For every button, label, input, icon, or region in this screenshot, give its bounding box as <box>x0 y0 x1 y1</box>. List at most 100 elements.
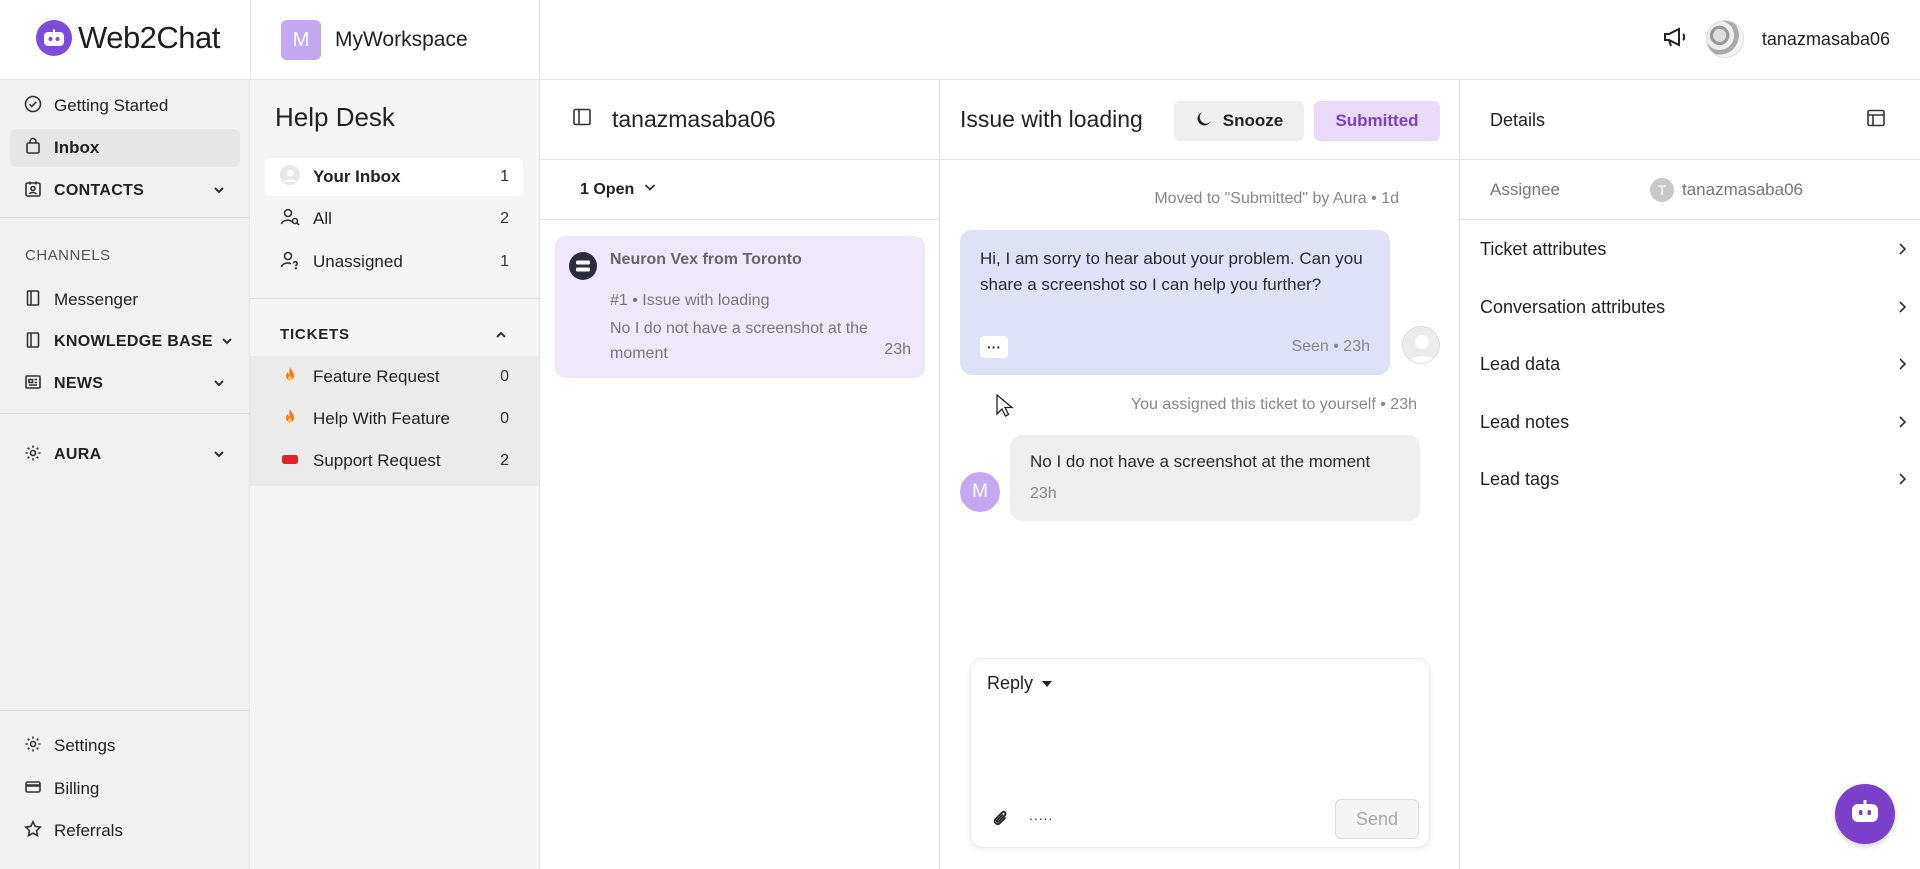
people-search-icon <box>279 206 301 233</box>
sidebar-item-getting-started[interactable]: Getting Started <box>10 87 240 125</box>
ticket-help-with-feature[interactable]: Help With Feature 0 <box>265 400 523 438</box>
sidebar-item-inbox[interactable]: Inbox <box>10 129 240 167</box>
section-label: Ticket attributes <box>1480 238 1607 259</box>
sidebar-item-label: NEWS <box>54 375 104 392</box>
caret-down-icon <box>1041 673 1053 694</box>
gear-icon <box>24 735 42 758</box>
workspace-switcher[interactable]: M MyWorkspace <box>250 0 540 80</box>
sidebar-item-knowledge-base[interactable]: KNOWLEDGE BASE <box>10 323 240 361</box>
chevron-right-icon <box>1894 471 1910 492</box>
sidebar-item-referrals[interactable]: Referrals <box>10 812 240 850</box>
conversation-card[interactable]: Neuron Vex from Toronto #1 • Issue with … <box>555 236 925 378</box>
view-label: All <box>313 209 332 228</box>
username[interactable]: tanazmasaba06 <box>1762 29 1890 50</box>
gear-icon <box>24 444 42 467</box>
bot-logo-icon <box>36 20 72 56</box>
chat-launcher-button[interactable] <box>1835 784 1895 844</box>
chevron-right-icon <box>1894 241 1910 262</box>
moon-icon <box>1195 110 1213 133</box>
contacts-icon <box>24 180 42 203</box>
user-avatar: M <box>960 472 1000 512</box>
send-button[interactable]: Send <box>1335 799 1419 839</box>
ticket-count: 0 <box>500 410 509 427</box>
conversation-time: 23h <box>884 341 911 358</box>
sidebar-item-label: Billing <box>54 779 100 798</box>
channels-label: CHANNELS <box>25 247 111 264</box>
section-lead-tags[interactable]: Lead tags <box>1480 459 1910 499</box>
tickets-section-title[interactable]: TICKETS <box>280 326 350 343</box>
section-conversation-attributes[interactable]: Conversation attributes <box>1480 287 1910 327</box>
chevron-down-icon[interactable] <box>212 447 226 466</box>
workspace-name: MyWorkspace <box>335 28 468 51</box>
view-count: 2 <box>500 210 509 227</box>
chevron-right-icon <box>1894 299 1910 320</box>
agent-message-bubble: Hi, I am sorry to hear about your proble… <box>960 230 1390 375</box>
section-ticket-attributes[interactable]: Ticket attributes <box>1480 229 1910 269</box>
view-unassigned[interactable]: Unassigned 1 <box>265 243 523 281</box>
view-label: Your Inbox <box>313 167 401 186</box>
reply-composer[interactable]: Reply ..... Send <box>970 658 1430 848</box>
panel-toggle-icon[interactable] <box>1866 108 1886 133</box>
sidebar-item-billing[interactable]: Billing <box>10 770 240 808</box>
sidebar: Getting Started Inbox CONTACTS CHANNELS … <box>0 80 250 869</box>
workspace-avatar: M <box>281 20 321 60</box>
status-button[interactable]: Submitted <box>1314 101 1440 141</box>
reply-mode-label: Reply <box>987 673 1034 693</box>
view-your-inbox[interactable]: Your Inbox 1 <box>265 158 523 196</box>
user-message-text: No I do not have a screenshot at the mom… <box>1030 452 1371 471</box>
logo[interactable]: Web2Chat <box>36 20 220 56</box>
conversation-panel: Issue with loading Snooze Submitted Move… <box>940 80 1460 869</box>
paperclip-icon[interactable] <box>991 809 1011 834</box>
megaphone-icon[interactable] <box>1662 25 1688 54</box>
sidebar-item-contacts[interactable]: CONTACTS <box>10 172 240 210</box>
assignee-selector[interactable]: T tanazmasaba06 <box>1650 178 1803 202</box>
system-message: You assigned this ticket to yourself • 2… <box>1130 396 1417 413</box>
chevron-right-icon <box>1894 356 1910 377</box>
mouse-cursor-icon <box>996 393 1014 423</box>
sidebar-item-aura[interactable]: AURA <box>10 436 240 474</box>
chevron-up-icon[interactable] <box>494 328 508 347</box>
sidebar-item-label: CONTACTS <box>54 182 145 199</box>
user-avatar[interactable] <box>1705 20 1744 58</box>
sidebar-item-label: Referrals <box>54 821 123 840</box>
conversation-list: tanazmasaba06 1 Open Neuron Vex from Tor… <box>540 80 940 869</box>
sidebar-item-messenger[interactable]: Messenger <box>10 281 240 319</box>
conversation-list-title: tanazmasaba06 <box>612 106 776 132</box>
section-label: Lead tags <box>1480 468 1560 489</box>
top-bar: Web2Chat M MyWorkspace tanazmasaba06 <box>0 0 1920 80</box>
status-filter-dropdown[interactable]: 1 Open <box>540 160 940 220</box>
message-more-button[interactable]: ··· <box>980 336 1008 358</box>
inbox-icon <box>24 137 42 160</box>
section-lead-notes[interactable]: Lead notes <box>1480 402 1910 442</box>
user-message-time: 23h <box>1030 485 1057 502</box>
view-count: 1 <box>500 253 509 270</box>
ticket-label: Help With Feature <box>313 409 450 428</box>
sidebar-item-news[interactable]: NEWS <box>10 365 240 403</box>
ticket-support-request[interactable]: Support Request 2 <box>265 442 523 480</box>
reply-mode-dropdown[interactable]: Reply <box>987 673 1053 694</box>
agent-message-text: Hi, I am sorry to hear about your proble… <box>980 249 1363 294</box>
sidebar-item-label: KNOWLEDGE BASE <box>54 333 213 350</box>
card-icon <box>24 778 42 801</box>
conversation-header: Issue with loading Snooze Submitted <box>940 80 1460 160</box>
tickets-group: Feature Request 0 Help With Feature 0 Su… <box>250 356 539 486</box>
user-message-bubble: No I do not have a screenshot at the mom… <box>1010 435 1420 521</box>
view-all[interactable]: All 2 <box>265 200 523 238</box>
newspaper-icon <box>24 373 42 396</box>
assignee-avatar: T <box>1650 178 1674 202</box>
sidebar-toggle-icon[interactable] <box>572 107 592 132</box>
chevron-down-icon[interactable] <box>212 376 226 395</box>
section-lead-data[interactable]: Lead data <box>1480 344 1910 384</box>
toolbar-more[interactable]: ..... <box>1029 807 1053 823</box>
sidebar-item-settings[interactable]: Settings <box>10 727 240 765</box>
ticket-label: Feature Request <box>313 367 440 386</box>
snooze-button[interactable]: Snooze <box>1174 101 1304 141</box>
agent-avatar <box>1402 326 1440 364</box>
conversation-list-header: tanazmasaba06 <box>540 80 940 160</box>
view-count: 1 <box>500 168 509 185</box>
chevron-down-icon[interactable] <box>220 334 234 353</box>
ticket-feature-request[interactable]: Feature Request 0 <box>265 358 523 396</box>
flame-icon <box>279 364 301 391</box>
details-header: Details <box>1460 80 1920 160</box>
chevron-down-icon[interactable] <box>212 183 226 202</box>
